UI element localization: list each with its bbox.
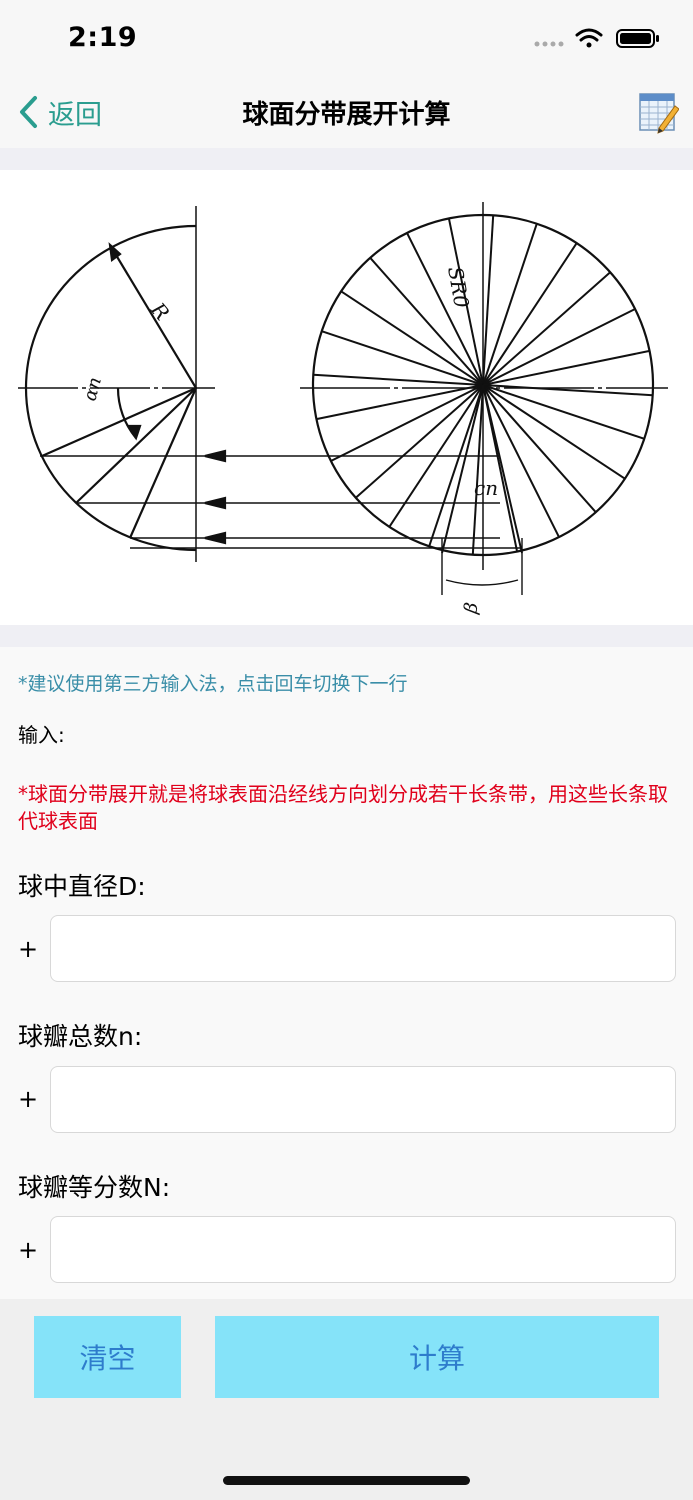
status-icons xyxy=(533,26,663,50)
calculate-button[interactable]: 计算 xyxy=(215,1316,659,1398)
input-form: *建议使用第三方输入法，点击回车切换下一行 输入: *球面分带展开就是将球表面沿… xyxy=(0,647,693,1299)
label-alpha: αn xyxy=(80,375,106,403)
label-beta: β xyxy=(460,601,483,616)
status-time: 2:19 xyxy=(68,22,138,53)
spoke-line xyxy=(482,308,636,386)
signal-icon xyxy=(534,41,564,47)
diameter-input[interactable] xyxy=(50,915,676,982)
status-bar: 2:19 xyxy=(0,0,693,78)
petal-count-input[interactable] xyxy=(50,1066,676,1133)
page-title: 球面分带展开计算 xyxy=(242,100,451,130)
spoke-line xyxy=(316,384,484,421)
spoke-line xyxy=(482,384,560,538)
spreadsheet-edit-icon[interactable] xyxy=(639,92,680,134)
bottom-action-bar: 清空 计算 xyxy=(0,1299,693,1500)
clear-button[interactable]: 清空 xyxy=(34,1316,181,1398)
field-prefix-petal-divisions: + xyxy=(18,1236,39,1264)
petal-divisions-input[interactable] xyxy=(50,1216,676,1283)
field-prefix-petal-count: + xyxy=(18,1085,39,1113)
field-label-petal-count: 球瓣总数n: xyxy=(18,1022,143,1051)
home-indicator[interactable] xyxy=(223,1476,470,1485)
spoke-line xyxy=(330,384,484,462)
label-sr: SR0 xyxy=(443,265,474,310)
description-text: *球面分带展开就是将球表面沿经线方向划分成若干长条带，用这些长条取代球表面 xyxy=(18,782,668,833)
input-section-title: 输入: xyxy=(18,723,65,747)
diagram-svg: R αn SR0 cn β xyxy=(18,202,668,616)
battery-icon xyxy=(616,29,659,48)
sphere-development-diagram: R αn SR0 cn β xyxy=(0,170,693,625)
field-label-petal-divisions: 球瓣等分数N: xyxy=(18,1173,171,1202)
label-c: cn xyxy=(474,476,498,500)
spoke-line xyxy=(406,232,484,386)
wifi-icon xyxy=(575,28,603,48)
field-label-diameter: 球中直径D: xyxy=(18,872,146,901)
input-hint: *建议使用第三方输入法，点击回车切换下一行 xyxy=(18,673,408,695)
label-r: R xyxy=(146,297,175,325)
field-prefix-diameter: + xyxy=(18,935,39,963)
nav-bar: 返回 球面分带展开计算 xyxy=(0,78,693,148)
spoke-line xyxy=(482,349,650,386)
